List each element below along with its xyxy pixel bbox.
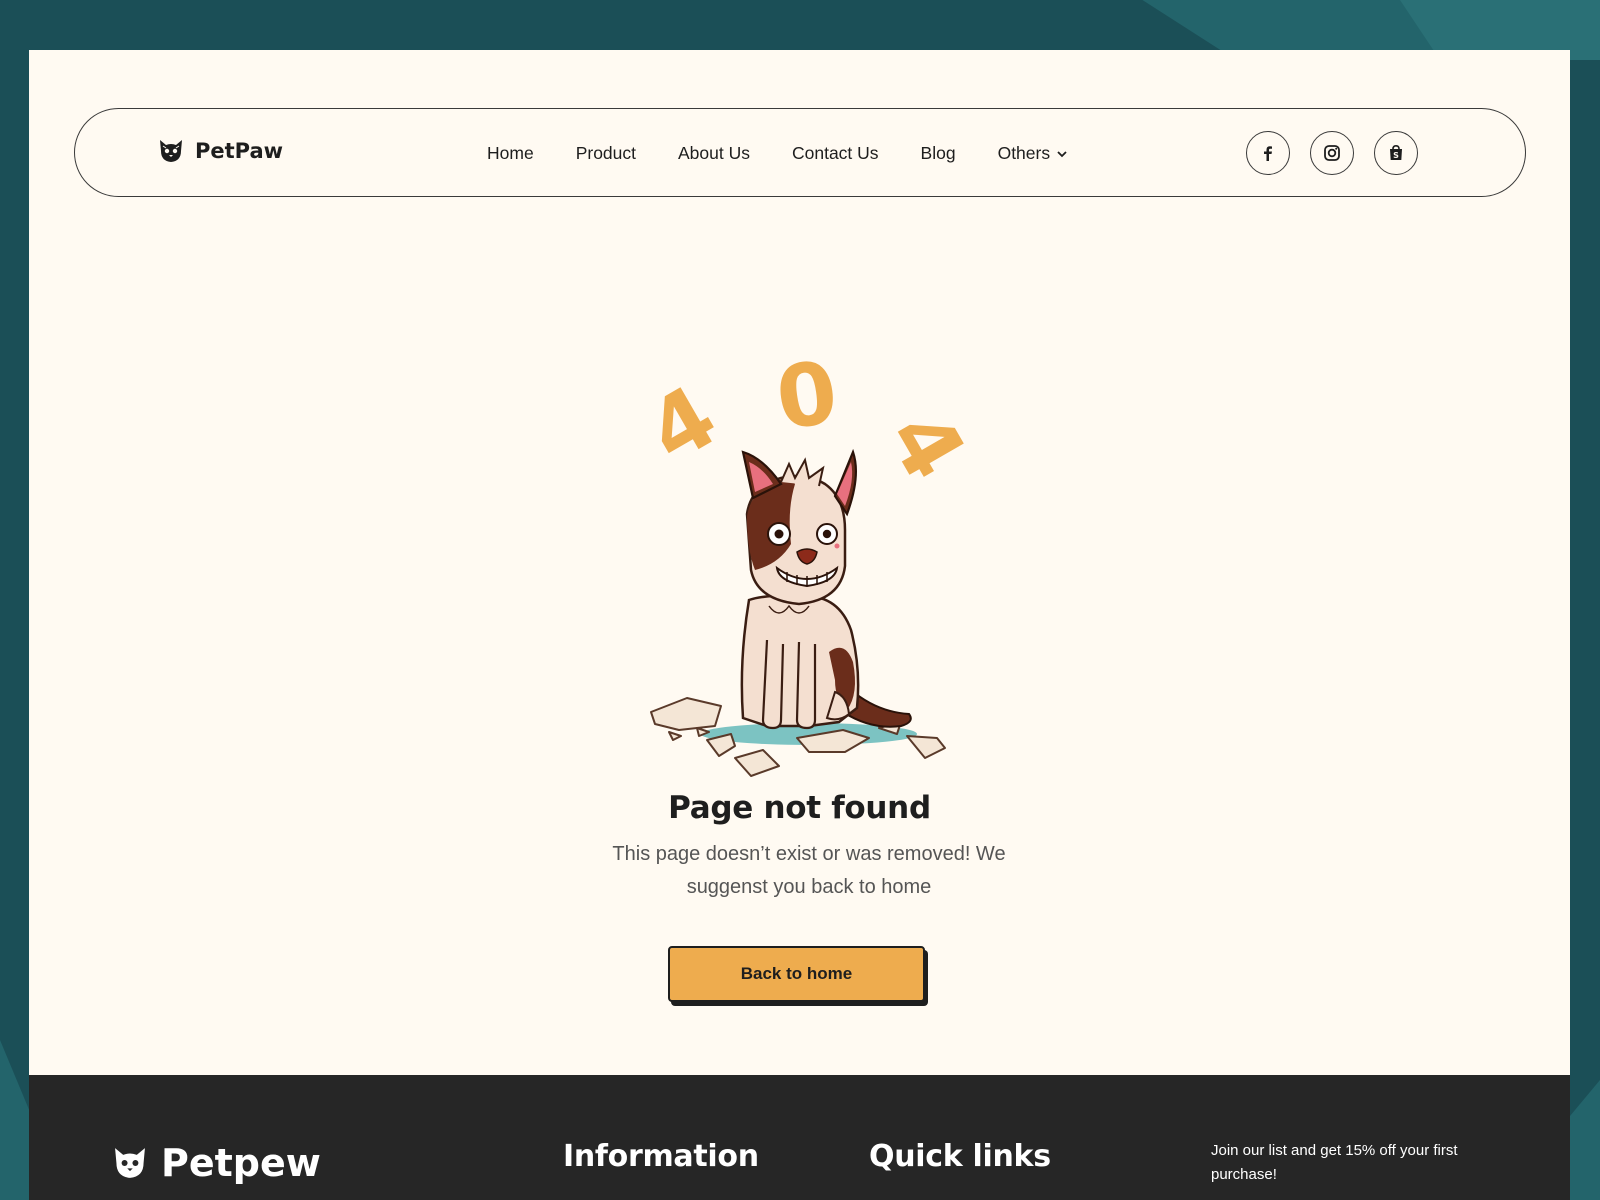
footer-information-heading: Information	[563, 1139, 759, 1174]
chevron-down-icon	[1057, 150, 1067, 157]
nav-link-others[interactable]: Others	[998, 143, 1069, 164]
nav-link-home[interactable]: Home	[487, 143, 534, 164]
nav-label: Others	[997, 143, 1051, 163]
page-title: Page not found	[668, 790, 931, 826]
footer-quick-links-heading: Quick links	[869, 1139, 1051, 1174]
nav-link-contact-us[interactable]: Contact Us	[792, 143, 879, 164]
svg-text:S: S	[1393, 151, 1399, 160]
nav-label: Contact Us	[791, 143, 879, 163]
nav-label: Product	[575, 143, 636, 163]
nav-link-about-us[interactable]: About Us	[678, 143, 750, 164]
instagram-icon	[1324, 145, 1340, 161]
shopify-bag-icon: S	[1390, 144, 1402, 160]
404-digit-4-left: 4	[639, 367, 733, 484]
nav-menu: Home Product About Us Contact Us Blog Ot…	[487, 109, 1068, 198]
navbar: PetPaw Home Product About Us Contact Us …	[74, 108, 1526, 197]
footer-brand-name: Petpew	[161, 1141, 321, 1185]
facebook-button[interactable]	[1246, 131, 1290, 175]
newsletter-text: Join our list and get 15% off your first…	[1211, 1142, 1458, 1183]
social-links: S	[1246, 131, 1418, 175]
facebook-icon	[1264, 146, 1272, 161]
404-digit-4-right: 4	[868, 395, 979, 497]
nav-link-product[interactable]: Product	[576, 143, 636, 164]
footer-logo[interactable]: Petpew	[111, 1141, 321, 1185]
404-code: 4 0 4	[639, 343, 979, 497]
cat-face-icon	[160, 140, 182, 162]
nav-label: Home	[487, 143, 534, 163]
back-to-home-button[interactable]: Back to home	[668, 946, 925, 1002]
page-frame: PetPaw Home Product About Us Contact Us …	[29, 50, 1570, 1200]
nav-label: Blog	[920, 143, 956, 163]
shopify-button[interactable]: S	[1374, 131, 1418, 175]
instagram-button[interactable]	[1310, 131, 1354, 175]
nav-label: About Us	[678, 143, 750, 163]
brand-logo[interactable]: PetPaw	[157, 137, 283, 165]
404-digit-0: 0	[770, 343, 843, 450]
nav-link-blog[interactable]: Blog	[921, 143, 956, 164]
cat-face-icon	[115, 1148, 145, 1178]
footer: Petpew Information Quick links Join our …	[29, 1075, 1570, 1200]
404-dog-illustration: 4 0 4	[639, 343, 979, 777]
error-description: This page doesn’t exist or was removed! …	[612, 843, 1006, 898]
brand-name: PetPaw	[195, 139, 284, 163]
